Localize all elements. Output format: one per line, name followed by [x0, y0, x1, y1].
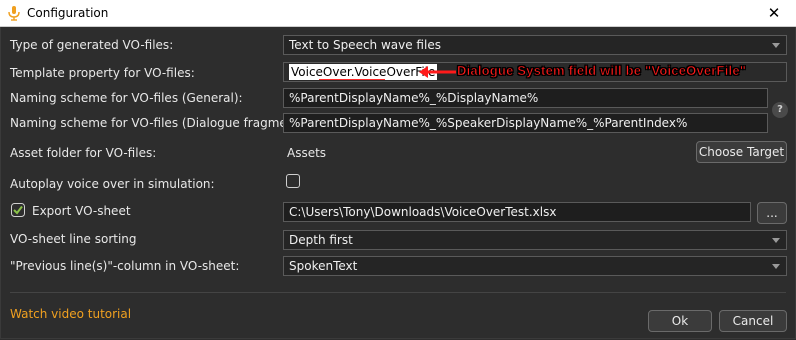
annotation-underline	[319, 79, 385, 80]
autoplay-label: Autoplay voice over in simulation:	[10, 177, 215, 191]
previous-lines-value: SpokenText	[289, 259, 358, 273]
asset-folder-value: Assets	[287, 146, 327, 160]
cancel-button[interactable]: Cancel	[719, 310, 787, 332]
autoplay-checkbox[interactable]	[286, 174, 300, 188]
close-icon[interactable]: ✕	[752, 0, 796, 26]
template-property-value: VoiceOver.VoiceOverFile	[289, 64, 438, 80]
choose-target-button[interactable]: Choose Target	[696, 141, 787, 163]
previous-lines-label: "Previous line(s)"-column in VO-sheet:	[10, 259, 240, 273]
ok-button[interactable]: Ok	[648, 310, 712, 332]
naming-general-value: %ParentDisplayName%_%DisplayName%	[289, 91, 539, 105]
configuration-dialog: Type of generated VO-files: Text to Spee…	[0, 27, 796, 339]
help-icon[interactable]: ?	[772, 102, 788, 118]
annotation-text: Dialogue System field will be "VoiceOver…	[457, 63, 747, 79]
asset-folder-label: Asset folder for VO-files:	[10, 146, 157, 160]
naming-fragments-label: Naming scheme for VO-files (Dialogue fra…	[10, 116, 315, 130]
export-sheet-path-input[interactable]: C:\Users\Tony\Downloads\VoiceOverTest.xl…	[283, 202, 751, 222]
chevron-down-icon	[772, 238, 780, 243]
template-property-label: Template property for VO-files:	[10, 66, 195, 80]
browse-button[interactable]: ...	[757, 202, 787, 224]
naming-fragments-input[interactable]: %ParentDisplayName%_%SpeakerDisplayName%…	[283, 113, 768, 133]
chevron-down-icon	[772, 43, 780, 48]
naming-general-label: Naming scheme for VO-files (General):	[10, 91, 243, 105]
line-sorting-value: Depth first	[289, 233, 353, 247]
footer-divider	[10, 292, 786, 293]
naming-general-input[interactable]: %ParentDisplayName%_%DisplayName%	[283, 88, 768, 108]
vo-type-value: Text to Speech wave files	[289, 38, 441, 52]
app-icon	[8, 6, 20, 21]
watch-video-tutorial-link[interactable]: Watch video tutorial	[10, 307, 131, 321]
line-sorting-select[interactable]: Depth first	[283, 230, 787, 250]
export-sheet-label: Export VO-sheet	[32, 204, 131, 218]
export-sheet-path-value: C:\Users\Tony\Downloads\VoiceOverTest.xl…	[289, 205, 557, 219]
vo-type-select[interactable]: Text to Speech wave files	[283, 35, 787, 55]
annotation-arrow-icon	[419, 66, 456, 78]
line-sorting-label: VO-sheet line sorting	[10, 232, 137, 246]
export-sheet-checkbox[interactable]	[11, 203, 25, 217]
title-bar: Configuration ✕	[0, 0, 796, 27]
naming-fragments-value: %ParentDisplayName%_%SpeakerDisplayName%…	[289, 116, 688, 130]
window-title: Configuration	[27, 6, 109, 20]
previous-lines-select[interactable]: SpokenText	[283, 256, 787, 276]
vo-type-label: Type of generated VO-files:	[10, 38, 174, 52]
chevron-down-icon	[772, 264, 780, 269]
